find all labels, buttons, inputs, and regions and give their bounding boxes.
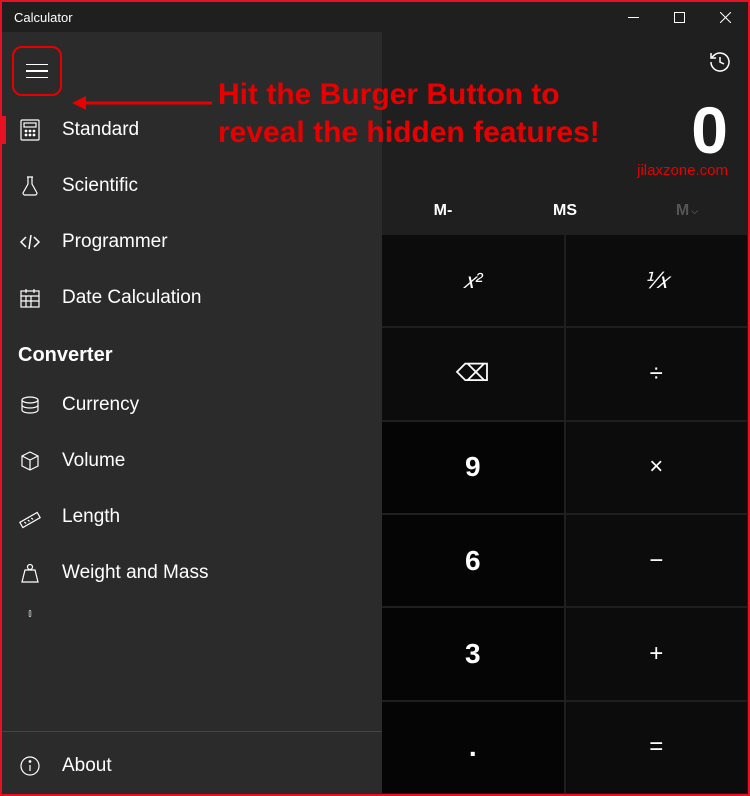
key-x-squared[interactable]: 𝑥² xyxy=(382,235,564,326)
memory-row: M- MS M⌵ xyxy=(382,187,748,235)
nav-item-label: Weight and Mass xyxy=(62,562,208,584)
nav-item-volume[interactable]: Volume xyxy=(2,433,382,489)
nav-item-label: Scientific xyxy=(62,175,138,197)
keypad: 𝑥² ⅟𝑥 ⌫ ÷ 9 × 6 − 3 + . = xyxy=(382,235,748,794)
navigation-pane: Standard Scientific Programmer Date Calc… xyxy=(2,32,382,794)
key-decimal[interactable]: . xyxy=(382,702,564,793)
key-9[interactable]: 9 xyxy=(382,422,564,513)
key-3[interactable]: 3 xyxy=(382,608,564,699)
menu-divider xyxy=(2,731,382,732)
memory-minus-button[interactable]: M- xyxy=(382,187,504,235)
maximize-button[interactable] xyxy=(656,2,702,32)
titlebar-title: Calculator xyxy=(2,10,610,25)
nav-item-length[interactable]: Length xyxy=(2,489,382,545)
cube-icon xyxy=(18,449,42,473)
key-add[interactable]: + xyxy=(566,608,748,699)
calculator-icon xyxy=(18,118,42,142)
memory-store-button[interactable]: MS xyxy=(504,187,626,235)
key-backspace[interactable]: ⌫ xyxy=(382,328,564,419)
minimize-button[interactable] xyxy=(610,2,656,32)
nav-item-date-calculation[interactable]: Date Calculation xyxy=(2,270,382,326)
weight-icon xyxy=(18,561,42,585)
nav-item-label: Currency xyxy=(62,394,139,416)
nav-item-currency[interactable]: Currency xyxy=(2,377,382,433)
nav-item-programmer[interactable]: Programmer xyxy=(2,214,382,270)
nav-item-truncated[interactable] xyxy=(2,601,382,631)
code-icon xyxy=(18,230,42,254)
display-area: 0 xyxy=(382,92,748,168)
close-button[interactable] xyxy=(702,2,748,32)
nav-item-standard[interactable]: Standard xyxy=(2,102,382,158)
converter-section-header: Converter xyxy=(2,326,382,377)
nav-item-label: Standard xyxy=(62,119,139,141)
nav-item-about[interactable]: About xyxy=(2,738,382,794)
nav-item-label: Length xyxy=(62,506,120,528)
nav-item-label: About xyxy=(62,755,112,777)
key-multiply[interactable]: × xyxy=(566,422,748,513)
calendar-icon xyxy=(18,286,42,310)
key-subtract[interactable]: − xyxy=(566,515,748,606)
history-icon[interactable] xyxy=(708,50,732,74)
nav-item-weight[interactable]: Weight and Mass xyxy=(2,545,382,601)
watermark-text: jilaxzone.com xyxy=(382,162,748,179)
key-equals[interactable]: = xyxy=(566,702,748,793)
currency-icon xyxy=(18,393,42,417)
titlebar: Calculator xyxy=(0,0,750,32)
window-controls xyxy=(610,2,748,32)
nav-item-scientific[interactable]: Scientific xyxy=(2,158,382,214)
thermometer-icon xyxy=(18,603,42,627)
hamburger-button[interactable] xyxy=(12,46,62,96)
key-reciprocal[interactable]: ⅟𝑥 xyxy=(566,235,748,326)
nav-item-label: Programmer xyxy=(62,231,168,253)
nav-item-label: Date Calculation xyxy=(62,287,201,309)
key-6[interactable]: 6 xyxy=(382,515,564,606)
ruler-icon xyxy=(18,505,42,529)
flask-icon xyxy=(18,174,42,198)
key-divide[interactable]: ÷ xyxy=(566,328,748,419)
calculator-panel: 0 jilaxzone.com M- MS M⌵ 𝑥² ⅟𝑥 ⌫ ÷ 9 × 6… xyxy=(382,32,748,794)
memory-dropdown-button[interactable]: M⌵ xyxy=(626,187,748,235)
nav-item-label: Volume xyxy=(62,450,125,472)
info-icon xyxy=(18,754,42,778)
display-value: 0 xyxy=(382,92,728,168)
